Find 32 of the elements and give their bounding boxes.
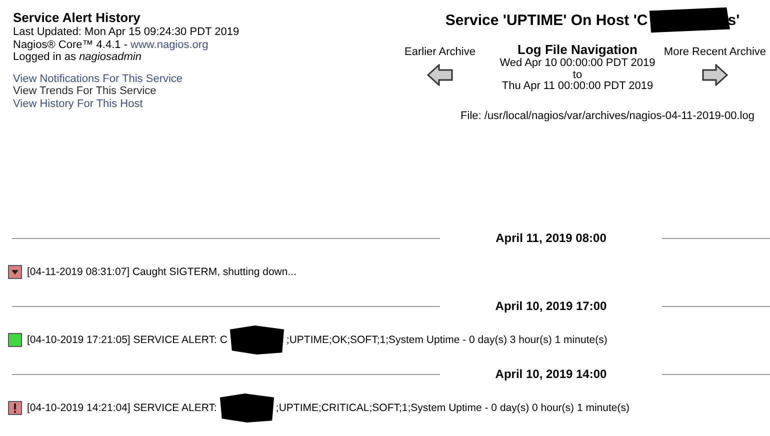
left-arrow-icon[interactable] — [427, 64, 453, 86]
right-arrow-icon[interactable] — [702, 64, 728, 86]
website-link[interactable]: www.nagios.org — [130, 38, 208, 50]
log-entry-text-end: ;UPTIME;OK;SOFT;1;System Uptime - 0 day(s) 3 hour(s) 1 minute(s) — [286, 334, 608, 346]
to-date: Thu Apr 11 00:00:00 PDT 2019 — [500, 81, 654, 92]
earlier-archive-link[interactable]: Earlier Archive — [404, 46, 476, 58]
page-heading: Service Alert History — [13, 10, 142, 26]
to-text: to — [572, 70, 584, 81]
logged-in-text: Logged in as nagiosadmin — [13, 51, 142, 64]
file-path-text: File: /usr/local/nagios/var/archives/nagios-04-11-2019-00.log — [460, 110, 754, 122]
time-group-heading: April 11, 2019 08:00 — [494, 231, 608, 245]
view-link[interactable]: View Notifications For This Service — [13, 72, 183, 85]
service-title-end: s' — [728, 12, 740, 28]
log-entry-text: [04-10-2019 14:21:04] SERVICE ALERT: — [27, 402, 217, 414]
from-date: Wed Apr 10 00:00:00 PDT 2019 — [500, 58, 656, 70]
service-title: Service 'UPTIME' On Host 'C — [445, 12, 648, 28]
redaction-mark — [228, 325, 286, 355]
redaction-mark — [218, 393, 276, 423]
log-entry-text: [04-11-2019 08:31:07] Caught SIGTERM, shutting down... — [27, 266, 296, 278]
last-updated-text: Last Updated: Mon Apr 15 09:24:30 PDT 2019 — [13, 26, 240, 38]
critical-icon — [8, 401, 22, 415]
time-group-heading: April 10, 2019 14:00 — [494, 367, 608, 381]
ok-status-icon — [8, 333, 22, 347]
version-text: Nagios® Core™ 4.4.1 - — [13, 38, 128, 50]
log-entry-text-end: ;UPTIME;CRITICAL;SOFT;1;System Uptime - 0 day(s) 0 hour(s) 1 minute(s) — [276, 402, 630, 414]
view-link[interactable]: View Trends For This Service — [13, 85, 156, 98]
time-group-heading: April 10, 2019 17:00 — [494, 299, 608, 313]
navigation-title: Log File Navigation — [516, 42, 638, 58]
more-recent-archive-link[interactable]: More Recent Archive — [664, 46, 766, 58]
stop-icon — [8, 265, 22, 279]
view-link[interactable]: View History For This Host — [13, 98, 143, 110]
log-entry-text: [04-10-2019 17:21:05] SERVICE ALERT: C — [27, 334, 228, 346]
